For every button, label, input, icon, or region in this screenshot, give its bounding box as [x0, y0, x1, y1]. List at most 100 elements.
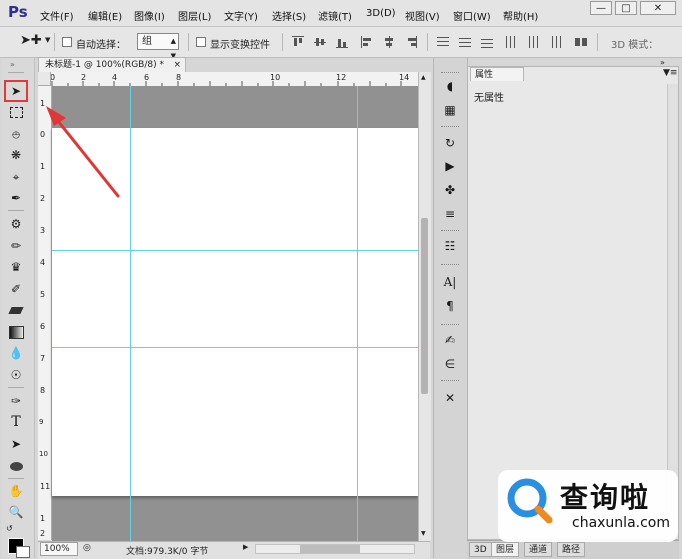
- paragraph-icon[interactable]: ¶: [440, 296, 460, 316]
- menu-bar: Ps 文件(F) 编辑(E) 图像(I) 图层(L) 文字(Y) 选择(S) 滤…: [0, 0, 682, 27]
- dock-grip: [441, 264, 459, 267]
- ruler-label: 9: [39, 418, 44, 426]
- crop-tool-icon[interactable]: ⌖: [6, 167, 26, 187]
- document-tab[interactable]: 未标题-1 @ 100%(RGB/8) * ×: [38, 57, 186, 72]
- distribute-bottom-icon[interactable]: [481, 36, 493, 48]
- scroll-down-icon[interactable]: ▼: [421, 530, 426, 537]
- path-select-tool-icon[interactable]: ➤: [6, 434, 26, 454]
- menu-3d[interactable]: 3D(D): [366, 8, 396, 19]
- distribute-left-icon[interactable]: [505, 36, 517, 48]
- show-transform-checkbox[interactable]: [196, 37, 206, 47]
- menu-filter[interactable]: 滤镜(T): [318, 8, 352, 23]
- background-color-swatch[interactable]: [16, 546, 30, 558]
- distribute-right-icon[interactable]: [549, 36, 561, 48]
- scrollbar-thumb[interactable]: [421, 218, 428, 394]
- tab-channels[interactable]: 通道: [524, 542, 553, 557]
- hand-tool-icon[interactable]: ✋: [6, 481, 26, 501]
- auto-align-icon[interactable]: [575, 36, 587, 48]
- tab-3d[interactable]: 3D: [469, 542, 492, 557]
- minimize-icon[interactable]: —: [590, 1, 612, 15]
- tab-layers[interactable]: 图层: [491, 542, 520, 557]
- gradient-tool-icon[interactable]: [6, 322, 26, 342]
- align-left-icon[interactable]: [361, 36, 373, 48]
- brush-presets-icon[interactable]: ✤: [440, 180, 460, 200]
- zoom-level-field[interactable]: 100%: [40, 542, 78, 556]
- menu-edit[interactable]: 编辑(E): [88, 8, 122, 23]
- preset-dropdown-icon[interactable]: ▼: [45, 36, 50, 44]
- horizontal-guide[interactable]: [52, 347, 418, 348]
- ruler-label: 10: [39, 450, 48, 458]
- blur-tool-icon[interactable]: 💧: [6, 343, 26, 363]
- tool-presets-icon[interactable]: ✕: [440, 388, 460, 408]
- history-brush-tool-icon[interactable]: ✐: [6, 279, 26, 299]
- horizontal-ruler[interactable]: 0 2 4 6 8 10 12 14: [38, 72, 418, 87]
- distribute-top-icon[interactable]: [437, 36, 449, 48]
- dodge-tool-icon[interactable]: ☉: [6, 365, 26, 385]
- ellipse-tool-icon[interactable]: [6, 456, 26, 476]
- brush-tool-icon[interactable]: ✏: [6, 236, 26, 256]
- clone-source-icon[interactable]: ☷: [440, 236, 460, 256]
- scrollbar-thumb[interactable]: [300, 545, 360, 553]
- zoom-tool-icon[interactable]: 🔍: [6, 502, 26, 522]
- distribute-vcenter-icon[interactable]: [459, 36, 471, 48]
- clone-stamp-tool-icon[interactable]: ♛: [6, 257, 26, 277]
- auto-select-checkbox[interactable]: [62, 37, 72, 47]
- menu-layer[interactable]: 图层(L): [178, 8, 211, 23]
- dock-grip: [441, 380, 459, 383]
- horizontal-guide[interactable]: [52, 250, 418, 251]
- swap-colors-icon[interactable]: ↺: [6, 524, 13, 533]
- menu-window[interactable]: 窗口(W): [453, 8, 491, 23]
- share-icon[interactable]: ◎: [83, 543, 91, 553]
- align-vcenter-icon[interactable]: [314, 36, 326, 48]
- collapse-panels-icon[interactable]: »: [660, 58, 665, 67]
- menu-type[interactable]: 文字(Y): [224, 8, 258, 23]
- tab-paths[interactable]: 路径: [557, 542, 586, 557]
- ruler-label: 5: [40, 290, 46, 299]
- ruler-ticks: [51, 81, 402, 86]
- properties-tab[interactable]: 属性: [470, 67, 524, 81]
- align-bottom-icon[interactable]: [336, 36, 348, 48]
- menu-file[interactable]: 文件(F): [40, 8, 74, 23]
- scroll-up-icon[interactable]: ▲: [421, 74, 426, 81]
- align-right-icon[interactable]: [405, 36, 417, 48]
- vertical-guide[interactable]: [130, 86, 131, 541]
- healing-brush-tool-icon[interactable]: ⚙: [6, 214, 26, 234]
- quick-select-tool-icon[interactable]: ❋: [6, 145, 26, 165]
- panel-menu-icon[interactable]: ▼≡: [663, 68, 677, 78]
- character-icon[interactable]: A|: [440, 272, 460, 292]
- history-icon[interactable]: ↻: [440, 133, 460, 153]
- type-tool-icon[interactable]: T: [6, 412, 26, 432]
- restore-icon[interactable]: □: [615, 1, 637, 15]
- ruler-origin[interactable]: [38, 72, 51, 86]
- separator: [8, 478, 24, 479]
- auto-select-target-select[interactable]: 组 ▲ ▼: [137, 33, 179, 60]
- eyedropper-tool-icon[interactable]: ✒: [6, 188, 26, 208]
- photoshop-logo: Ps: [8, 3, 28, 21]
- move-tool-icon[interactable]: ➤: [6, 81, 26, 101]
- align-hcenter-icon[interactable]: [383, 36, 395, 48]
- swatches-icon[interactable]: ▦: [440, 100, 460, 120]
- properties-content: 无属性: [474, 93, 504, 104]
- align-top-icon[interactable]: [292, 36, 304, 48]
- lasso-tool-icon[interactable]: ⦺: [6, 124, 26, 144]
- adjustments-icon[interactable]: ≡: [440, 204, 460, 224]
- distribute-hcenter-icon[interactable]: [527, 36, 539, 48]
- info-menu-icon[interactable]: ▶: [243, 543, 248, 551]
- vertical-guide[interactable]: [357, 86, 358, 541]
- close-icon[interactable]: ×: [173, 58, 181, 73]
- character-styles-icon[interactable]: ✍: [440, 330, 460, 350]
- marquee-tool-icon[interactable]: [6, 102, 26, 122]
- pen-tool-icon[interactable]: ✑: [6, 391, 26, 411]
- properties-scrollbar[interactable]: [667, 84, 678, 524]
- menu-image[interactable]: 图像(I): [134, 8, 165, 23]
- menu-help[interactable]: 帮助(H): [503, 8, 538, 23]
- panel-collapse-icon[interactable]: »: [10, 60, 15, 69]
- paragraph-styles-icon[interactable]: ∈: [440, 354, 460, 374]
- menu-view[interactable]: 视图(V): [405, 8, 440, 23]
- eraser-tool-icon[interactable]: [6, 300, 26, 320]
- close-icon[interactable]: ✕: [640, 1, 676, 15]
- menu-select[interactable]: 选择(S): [272, 8, 306, 23]
- color-wheel-icon[interactable]: ◖: [440, 76, 460, 96]
- move-tool-preset-icon[interactable]: ➤✚: [20, 33, 42, 48]
- actions-play-icon[interactable]: ▶: [440, 156, 460, 176]
